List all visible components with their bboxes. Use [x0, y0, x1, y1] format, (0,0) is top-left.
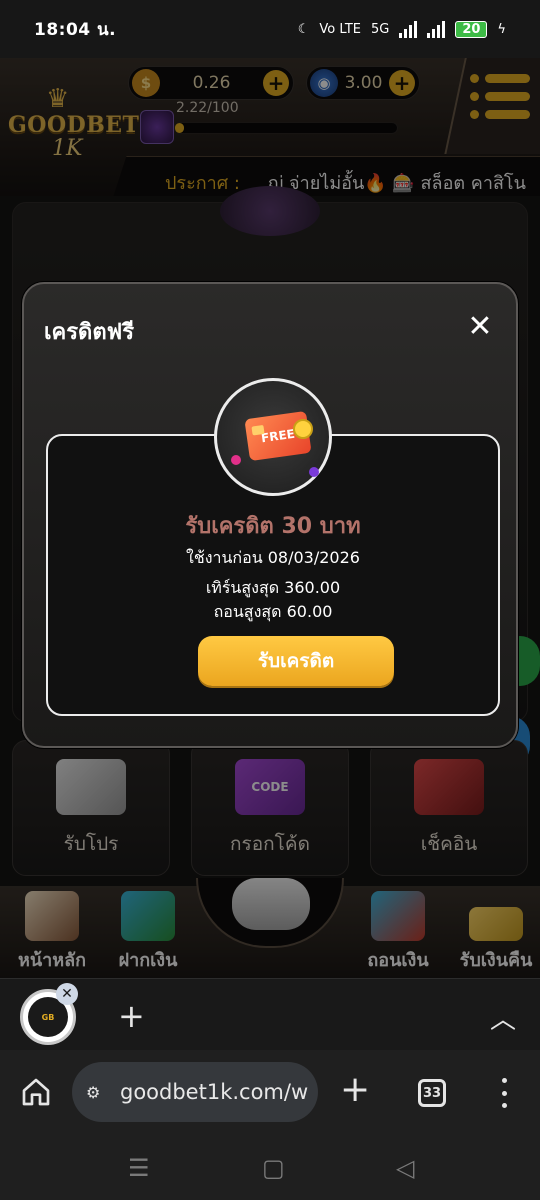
home-system-icon[interactable]: ▢ [262, 1154, 285, 1182]
back-icon[interactable]: ◁ [396, 1154, 414, 1182]
signal-icon [399, 20, 418, 38]
recents-icon[interactable]: ☰ [128, 1154, 150, 1182]
close-tab-icon[interactable]: ✕ [56, 983, 78, 1005]
site-settings-icon[interactable]: ⚙ [86, 1083, 112, 1102]
status-bar: 18:04 น. ☾ Vo LTE 5G 20 ϟ [0, 0, 540, 58]
tab-switcher-button[interactable]: 33 [418, 1079, 446, 1107]
claim-credit-button[interactable]: รับเครดิต [198, 636, 394, 686]
browser-tab-strip: GB ✕ + ︿ [0, 978, 540, 1050]
max-withdraw-text: ถอนสูงสุด 60.00 [213, 602, 333, 621]
free-credit-modal: เครดิตฟรี ✕ รับเครดิต 30 บาท ใช้งานก่อน … [22, 282, 518, 748]
moon-icon: ☾ [297, 21, 310, 37]
chevron-up-icon[interactable]: ︿ [490, 999, 516, 1036]
home-icon[interactable] [20, 1076, 52, 1108]
free-badge-text: FREE [260, 426, 296, 446]
network-5g-label: 5G [370, 21, 390, 37]
coin-icon [293, 419, 313, 439]
new-tab-icon[interactable]: + [340, 1070, 370, 1110]
add-tab-icon[interactable]: + [118, 997, 145, 1035]
close-icon[interactable]: ✕ [464, 312, 496, 344]
free-credit-badge: FREE [214, 378, 332, 496]
browser-toolbar: ⚙ goodbet1k.com/w + 33 [0, 1050, 540, 1136]
sparkle-icon [309, 467, 319, 477]
status-time: 18:04 น. [34, 19, 117, 40]
address-bar[interactable]: ⚙ goodbet1k.com/w [72, 1062, 318, 1122]
credit-headline: รับเครดิต 30 บาท [185, 514, 361, 539]
sparkle-icon [231, 455, 241, 465]
url-text: goodbet1k.com/w [120, 1080, 309, 1104]
more-options-icon[interactable] [496, 1078, 512, 1108]
charging-icon: ϟ [497, 21, 506, 37]
use-before-text: ใช้งานก่อน 08/03/2026 [186, 548, 360, 567]
signal-icon-2 [427, 20, 446, 38]
network-label: Vo LTE [319, 21, 361, 37]
status-icons: ☾ Vo LTE 5G 20 ϟ [298, 20, 506, 38]
max-turnover-text: เทิร์นสูงสุด 360.00 [205, 578, 341, 597]
system-nav-bar: ☰ ▢ ◁ [0, 1136, 540, 1200]
modal-title: เครดิตฟรี [44, 320, 135, 345]
battery-icon: 20 [455, 20, 488, 38]
